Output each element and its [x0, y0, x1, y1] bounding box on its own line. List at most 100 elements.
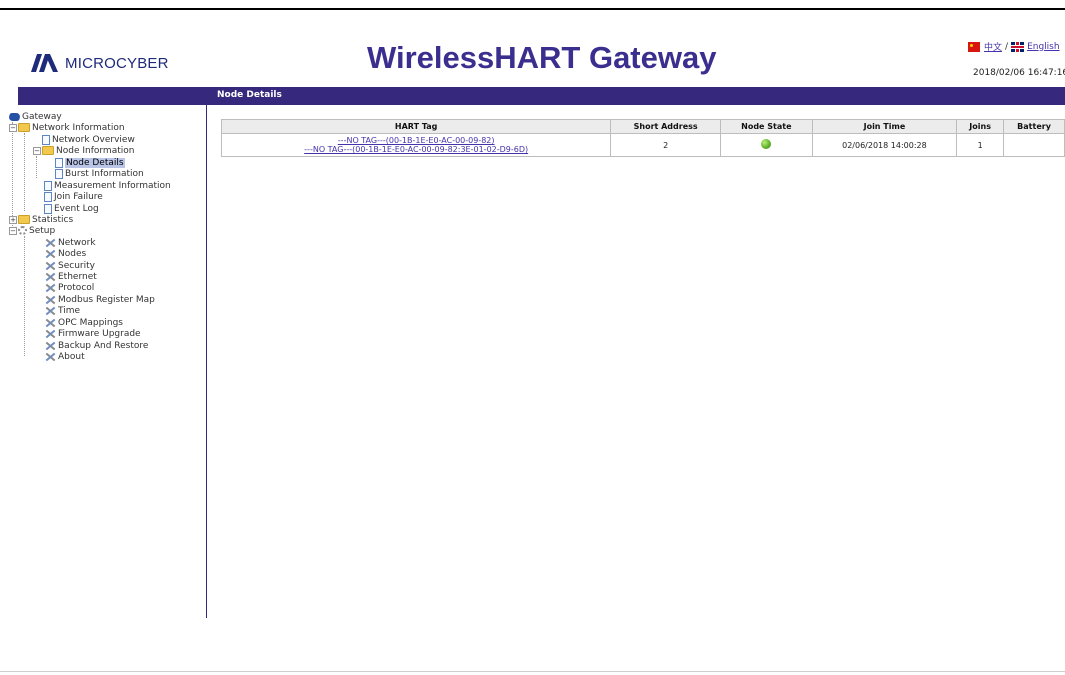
sidebar-item-label: Firmware Upgrade — [58, 328, 141, 339]
english-link[interactable]: English — [1027, 42, 1060, 52]
gateway-icon — [7, 112, 22, 121]
logo: MICROCYBER — [31, 53, 169, 73]
expand-toggle-icon[interactable]: + — [9, 215, 17, 224]
tool-icon — [44, 272, 56, 282]
sidebar-item-label: Event Log — [54, 203, 99, 214]
column-header-battery[interactable]: Battery — [1003, 119, 1065, 134]
hart-tag-link-full[interactable]: ---NO TAG---(00-1B-1E-E0-AC-00-09-82:3E-… — [222, 145, 610, 154]
chinese-link[interactable]: 中文 — [984, 40, 1002, 53]
tool-icon — [44, 329, 56, 339]
hart-tag-link[interactable]: ---NO TAG---(00-1B-1E-E0-AC-00-09-82) — [222, 136, 610, 145]
tool-icon — [44, 283, 56, 293]
footer-rule — [0, 671, 1065, 672]
tool-icon — [44, 318, 56, 328]
setup-item-network[interactable]: Network — [44, 237, 96, 248]
page-icon — [55, 168, 63, 179]
joins-cell: 1 — [956, 133, 1005, 157]
sidebar-item-join-failure[interactable]: Join Failure — [44, 191, 103, 202]
table-header-row: HART Tag Short Address Node State Join T… — [220, 119, 1065, 134]
node-state-icon — [761, 139, 772, 149]
setup-item-nodes[interactable]: Nodes — [44, 248, 86, 259]
sidebar-item-label: Security — [58, 260, 95, 271]
sidebar-item-network-information[interactable]: − Network Information — [9, 122, 125, 133]
sidebar-item-label: Nodes — [58, 248, 87, 259]
folder-open-icon — [42, 146, 54, 155]
collapse-toggle-icon[interactable]: − — [9, 123, 17, 132]
tool-icon — [44, 295, 56, 305]
folder-open-icon — [18, 123, 30, 132]
setup-item-security[interactable]: Security — [44, 260, 95, 271]
uk-flag-icon — [1011, 41, 1025, 52]
sidebar-item-statistics[interactable]: + Statistics — [9, 214, 73, 225]
sidebar-item-setup[interactable]: − Setup — [9, 225, 55, 236]
page-icon — [55, 157, 63, 168]
column-header-join-time[interactable]: Join Time — [811, 119, 958, 134]
table-row: ---NO TAG---(00-1B-1E-E0-AC-00-09-82) --… — [220, 133, 1065, 157]
sidebar-item-label: Burst Information — [65, 168, 144, 179]
logo-text: MICROCYBER — [65, 54, 169, 72]
tool-icon — [44, 238, 56, 248]
setup-item-about[interactable]: About — [44, 351, 85, 362]
sidebar-divider — [206, 105, 207, 618]
short-address-cell: 2 — [610, 133, 721, 157]
setup-item-backup-and-restore[interactable]: Backup And Restore — [44, 340, 148, 351]
page-icon — [42, 134, 50, 145]
gear-icon — [18, 226, 27, 235]
sidebar-item-label: Network Information — [32, 122, 125, 133]
sidebar-item-label: Network — [58, 237, 96, 248]
sidebar-item-label: OPC Mappings — [58, 317, 123, 328]
sidebar-item-label: Time — [58, 305, 81, 316]
setup-item-protocol[interactable]: Protocol — [44, 282, 94, 293]
sidebar-item-label: Measurement Information — [54, 180, 171, 191]
sidebar-item-network-overview[interactable]: Network Overview — [42, 134, 135, 145]
logo-mark-icon — [31, 54, 58, 72]
sidebar-item-label: Join Failure — [54, 191, 103, 202]
tool-icon — [44, 306, 56, 316]
setup-item-modbus-register-map[interactable]: Modbus Register Map — [44, 294, 155, 305]
setup-item-opc-mappings[interactable]: OPC Mappings — [44, 317, 123, 328]
sidebar-item-node-information[interactable]: − Node Information — [33, 145, 134, 156]
sidebar-item-event-log[interactable]: Event Log — [44, 203, 99, 214]
join-time-cell: 02/06/2018 14:00:28 — [811, 133, 958, 157]
collapse-toggle-icon[interactable]: − — [9, 226, 17, 235]
page-icon — [44, 191, 52, 202]
collapse-toggle-icon[interactable]: − — [33, 146, 41, 155]
sidebar-item-label: Backup And Restore — [58, 340, 149, 351]
tool-icon — [44, 352, 56, 362]
sidebar-item-label: Modbus Register Map — [58, 294, 155, 305]
sidebar-item-label: Network Overview — [52, 134, 135, 145]
setup-item-time[interactable]: Time — [44, 305, 80, 316]
setup-item-firmware-upgrade[interactable]: Firmware Upgrade — [44, 328, 141, 339]
hart-tag-cell: ---NO TAG---(00-1B-1E-E0-AC-00-09-82) --… — [220, 133, 612, 157]
current-datetime: 2018/02/06 16:47:16 — [973, 68, 1065, 78]
sidebar-item-burst-information[interactable]: Burst Information — [55, 168, 144, 179]
node-details-table: HART Tag Short Address Node State Join T… — [220, 119, 1065, 157]
sidebar-item-label: Statistics — [32, 214, 74, 225]
column-header-node-state[interactable]: Node State — [719, 119, 813, 134]
language-switcher: 中文 / English — [968, 40, 1060, 53]
node-state-cell — [719, 133, 813, 157]
setup-item-ethernet[interactable]: Ethernet — [44, 271, 97, 282]
sidebar-item-label: Node Details — [65, 157, 125, 168]
sidebar-item-node-details[interactable]: Node Details — [55, 157, 125, 168]
sidebar-item-measurement-information[interactable]: Measurement Information — [44, 180, 171, 191]
sidebar-item-label: Protocol — [58, 282, 95, 293]
folder-icon — [18, 215, 30, 224]
app-title: WirelessHART Gateway — [367, 40, 717, 75]
column-header-short-address[interactable]: Short Address — [610, 119, 721, 134]
column-header-hart-tag[interactable]: HART Tag — [220, 119, 612, 134]
tool-icon — [44, 249, 56, 259]
tool-icon — [44, 261, 56, 271]
china-flag-icon — [968, 41, 980, 52]
sidebar-item-label: Node Information — [56, 145, 135, 156]
tool-icon — [44, 341, 56, 351]
battery-cell — [1003, 133, 1065, 157]
sidebar-item-gateway[interactable]: Gateway — [7, 111, 62, 122]
column-header-joins[interactable]: Joins — [956, 119, 1005, 134]
page-title: Node Details — [217, 90, 282, 100]
page-icon — [44, 203, 52, 214]
top-rule — [0, 8, 1065, 10]
page-icon — [44, 180, 52, 191]
sidebar-item-label: Setup — [29, 225, 56, 236]
sidebar-item-label: About — [58, 351, 85, 362]
